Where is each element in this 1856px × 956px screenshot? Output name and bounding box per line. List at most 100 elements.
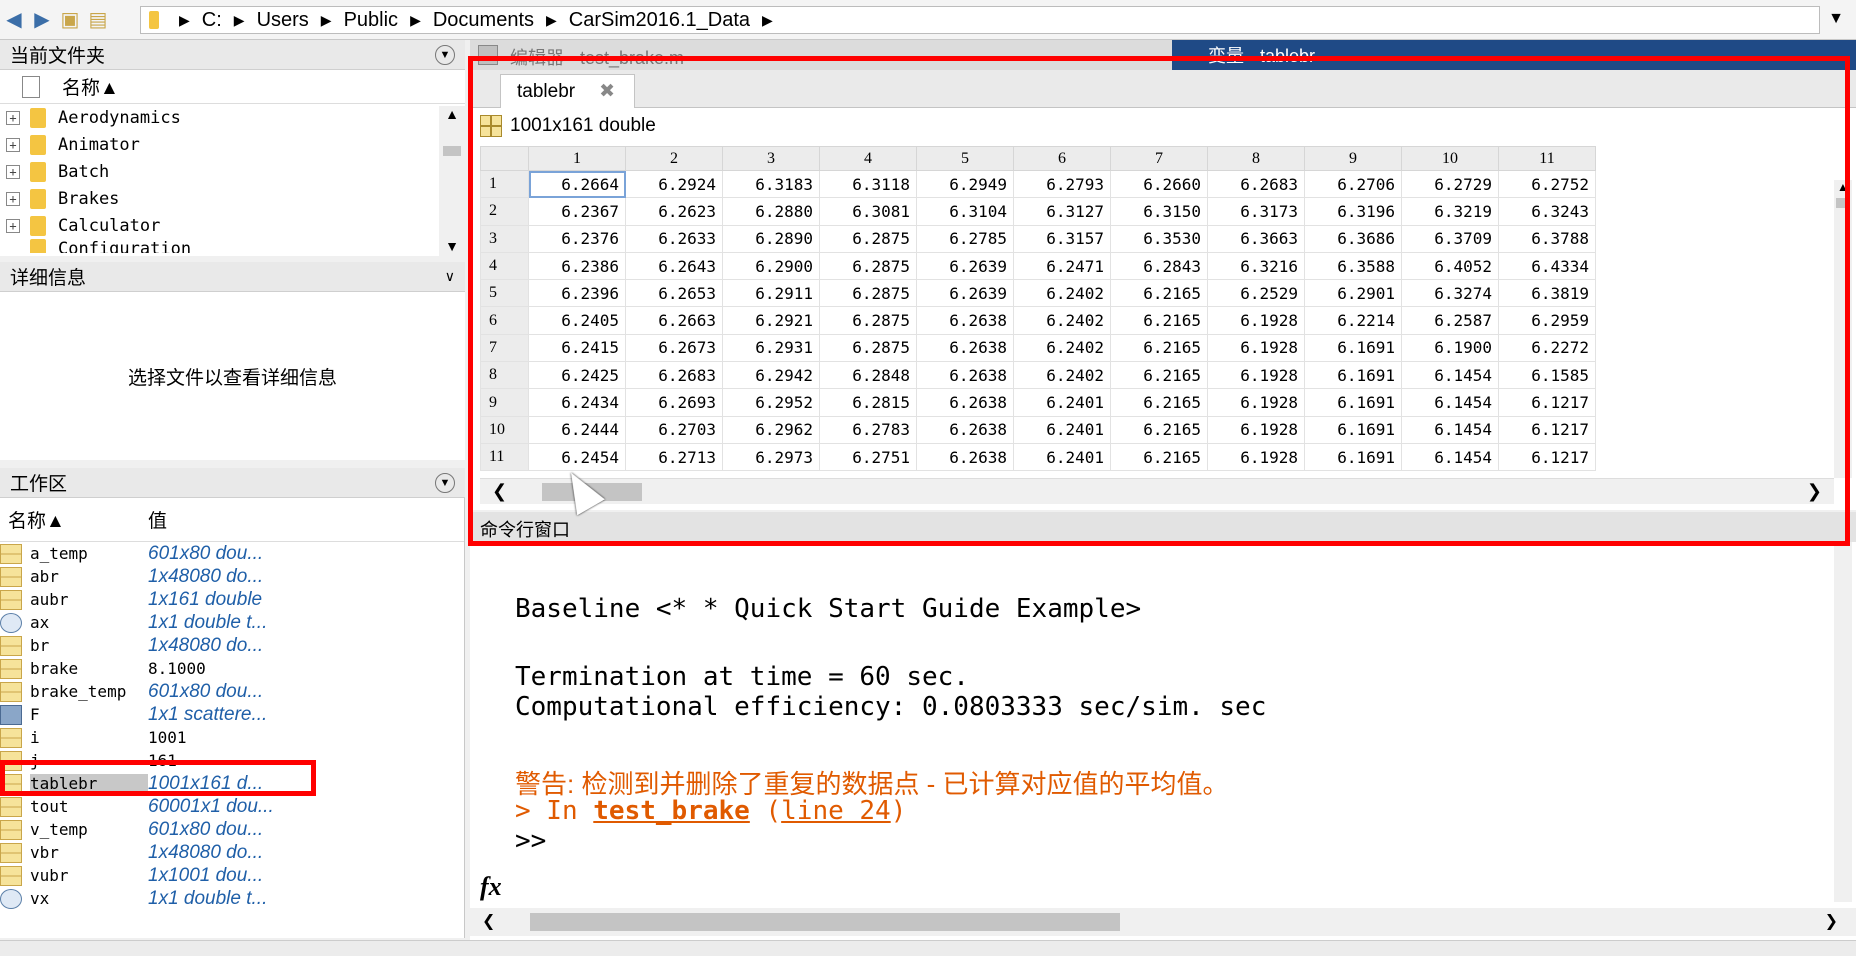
chevron-left-icon[interactable]: ❮ (482, 911, 495, 931)
command-window[interactable]: Baseline <* * Quick Start Guide Example>… (470, 542, 1856, 942)
crumb-carsim[interactable]: CarSim2016.1_Data (569, 9, 750, 32)
folder-icon (30, 239, 46, 253)
list-item[interactable]: + Batch (0, 158, 465, 185)
matrix-icon (0, 658, 22, 679)
variable-name: br (30, 636, 50, 655)
expand-icon[interactable]: + (6, 137, 20, 152)
workspace-row[interactable]: vubr 1x1001 dou... (0, 864, 464, 887)
status-bar (0, 940, 1856, 956)
matrix-icon (0, 635, 22, 656)
command-vertical-scrollbar[interactable] (1834, 542, 1852, 902)
workspace-row[interactable]: abr 1x48080 do... (0, 565, 464, 588)
in-prefix: > In (515, 796, 594, 826)
workspace-panel: 名称▲ 值 a_temp 601x80 dou... abr 1x48080 do..… (0, 498, 465, 938)
chevron-down-icon[interactable]: ∨ (445, 268, 455, 285)
folder-name: Batch (58, 161, 110, 182)
workspace-row[interactable]: br 1x48080 do... (0, 634, 464, 657)
name-column-header[interactable]: 名称▲ (62, 73, 119, 100)
chevron-right-icon: ▶ (179, 11, 190, 28)
workspace-row[interactable]: a_temp 601x80 dou... (0, 542, 464, 565)
list-item[interactable]: + Brakes (0, 185, 465, 212)
chevron-down-icon[interactable]: ▼ (439, 238, 465, 254)
timeseries-icon (0, 888, 22, 909)
folder-scrollbar[interactable]: ▲ ▼ (439, 106, 465, 256)
list-item[interactable]: Configuration (0, 239, 465, 253)
folder-panel-title: 当前文件夹 ▼ (0, 40, 465, 70)
panel-menu-icon[interactable]: ▼ (435, 472, 455, 493)
expand-icon[interactable]: + (6, 110, 20, 125)
workspace-header: 名称▲ 值 (0, 498, 464, 542)
browse-folder-icon[interactable]: ▤ (84, 6, 112, 34)
variable-value: 1x48080 do... (148, 565, 264, 587)
workspace-row[interactable]: brake_temp 601x80 dou... (0, 680, 464, 703)
variable-value: 1x1001 dou... (148, 864, 264, 886)
folder-name: Calculator (58, 215, 161, 236)
workspace-row[interactable]: F 1x1 scattere... (0, 703, 464, 726)
line-link[interactable]: line 24 (781, 796, 891, 826)
workspace-row[interactable]: aubr 1x161 double (0, 588, 464, 611)
chevron-up-icon[interactable]: ▲ (439, 106, 465, 122)
chevron-right-icon[interactable]: ❯ (1825, 911, 1838, 931)
scroll-thumb[interactable] (530, 913, 1120, 931)
variable-value: 8.1000 (148, 659, 206, 678)
workspace-row[interactable]: i 1001 (0, 726, 464, 749)
panel-menu-icon[interactable]: ▼ (435, 44, 455, 65)
list-item[interactable]: + Animator (0, 131, 465, 158)
chevron-right-icon: ▶ (410, 11, 421, 28)
variable-name: F (30, 705, 40, 724)
chevron-right-icon: ▶ (546, 11, 557, 28)
workspace-row[interactable]: v_temp 601x80 dou... (0, 818, 464, 841)
forward-icon[interactable]: ▶ (28, 6, 56, 34)
workspace-row[interactable]: vbr 1x48080 do... (0, 841, 464, 864)
value-column-header[interactable]: 值 (148, 506, 167, 533)
back-icon[interactable]: ◀ (0, 6, 28, 34)
variable-value: 1x1 scattere... (148, 703, 268, 725)
variable-value: 1x48080 do... (148, 634, 264, 656)
workspace-row[interactable]: ax 1x1 double t... (0, 611, 464, 634)
path-breadcrumb[interactable]: ▶ C: ▶ Users ▶ Public ▶ Documents ▶ CarS… (140, 6, 1820, 34)
variable-value: 601x80 dou... (148, 680, 264, 702)
highlight-variable-editor (468, 56, 1850, 546)
chevron-right-icon: ▶ (320, 11, 332, 28)
output-baseline: Baseline <* * Quick Start Guide Example> (515, 594, 1142, 624)
expand-icon[interactable]: + (6, 164, 20, 179)
crumb-documents[interactable]: Documents (433, 9, 534, 32)
timeseries-icon (0, 612, 22, 633)
folder-icon (30, 215, 46, 236)
warning-location: > In test_brake (line 24) (515, 796, 907, 826)
crumb-users[interactable]: Users (257, 9, 309, 32)
list-item[interactable]: + Aerodynamics (0, 104, 465, 131)
folder-name: Animator (58, 134, 140, 155)
expand-icon[interactable]: + (6, 218, 20, 233)
chevron-right-icon: ▶ (233, 11, 245, 28)
detail-panel: 选择文件以查看详细信息 (0, 292, 465, 460)
chevron-down-icon[interactable]: ▼ (1828, 10, 1844, 28)
fx-icon[interactable]: fx (480, 872, 502, 902)
matrix-icon (0, 842, 22, 863)
command-horizontal-scrollbar[interactable]: ❮ ❯ (470, 908, 1856, 936)
workspace-row[interactable]: vx 1x1 double t... (0, 887, 464, 910)
function-link[interactable]: test_brake (593, 796, 750, 826)
variable-value: 601x80 dou... (148, 818, 264, 840)
folder-header: 名称▲ (0, 70, 465, 104)
up-folder-icon[interactable]: ▣ (56, 6, 84, 34)
detail-panel-title-text: 详细信息 (10, 268, 87, 289)
address-bar: ◀ ▶ ▣ ▤ ▶ C: ▶ Users ▶ Public ▶ Document… (0, 0, 1856, 40)
variable-name: vbr (30, 843, 59, 862)
list-item[interactable]: + Calculator (0, 212, 465, 239)
matrix-icon (0, 543, 22, 564)
expand-icon[interactable]: + (6, 191, 20, 206)
name-column-header[interactable]: 名称▲ (0, 506, 148, 533)
workspace-row[interactable]: brake 8.1000 (0, 657, 464, 680)
variable-name: brake_temp (30, 682, 127, 701)
chevron-right-icon: ▶ (762, 11, 773, 28)
command-prompt[interactable]: >> (515, 826, 546, 856)
crumb-public[interactable]: Public (344, 9, 398, 32)
detail-message: 选择文件以查看详细信息 (127, 367, 337, 389)
variable-name: abr (30, 567, 59, 586)
crumb-drive[interactable]: C: (202, 9, 222, 32)
variable-name: a_temp (30, 544, 88, 563)
workspace-row[interactable]: tout 60001x1 dou... (0, 795, 464, 818)
variable-value: 1001 (148, 728, 187, 747)
variable-name: ax (30, 613, 50, 632)
